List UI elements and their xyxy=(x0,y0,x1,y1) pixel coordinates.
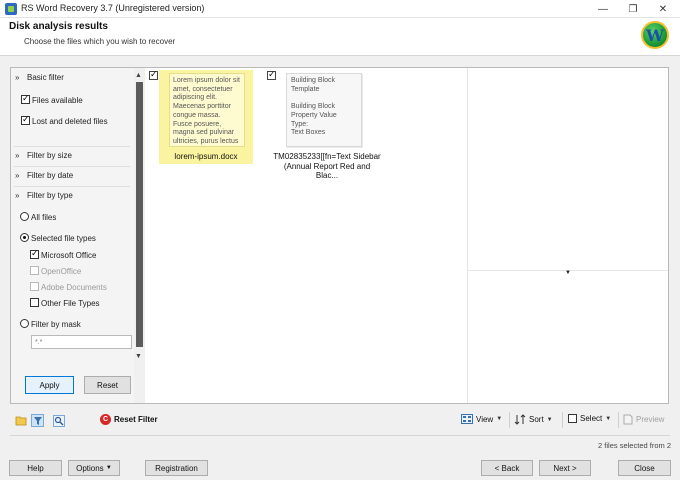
filter-by-mask-radio[interactable] xyxy=(20,319,29,328)
file-checkbox[interactable] xyxy=(267,69,276,80)
page-subtitle: Choose the files which you wish to recov… xyxy=(24,37,176,46)
toolbar-separator xyxy=(509,412,510,428)
file-checkbox[interactable] xyxy=(149,69,158,80)
basic-filter-header[interactable]: » Basic filter xyxy=(15,73,64,82)
filter-by-size-header[interactable]: » Filter by size xyxy=(15,151,72,160)
adobe-documents-checkbox[interactable] xyxy=(30,282,39,291)
title-bar: RS Word Recovery 3.7 (Unregistered versi… xyxy=(0,0,680,18)
scroll-down-icon[interactable]: ▼ xyxy=(135,353,142,360)
file-thumbnail[interactable]: Building Block Template Building Block P… xyxy=(286,73,362,147)
apply-button[interactable]: Apply xyxy=(25,376,74,394)
sort-button[interactable]: Sort ▼ xyxy=(514,414,553,425)
collapse-icon: » xyxy=(15,73,20,82)
chevron-down-icon: ▼ xyxy=(546,416,553,423)
options-button[interactable]: Options ▼ xyxy=(68,460,120,476)
reset-filter-label: Reset Filter xyxy=(114,415,158,424)
sort-label: Sort xyxy=(529,415,544,424)
adobe-documents-label: Adobe Documents xyxy=(41,283,107,292)
other-file-types-checkbox[interactable] xyxy=(30,298,39,307)
back-button[interactable]: < Back xyxy=(481,460,533,476)
view-button[interactable]: View ▼ xyxy=(461,414,502,424)
divider xyxy=(14,166,130,167)
microsoft-office-checkbox[interactable] xyxy=(30,248,39,259)
basic-filter-label: Basic filter xyxy=(27,73,64,82)
openoffice-checkbox[interactable] xyxy=(30,266,39,275)
filter-by-date-header[interactable]: » Filter by date xyxy=(15,171,73,180)
minimize-icon: — xyxy=(598,3,608,15)
app-logo: W xyxy=(641,21,669,49)
all-files-radio[interactable] xyxy=(20,212,29,221)
file-thumbnail[interactable]: Lorem ipsum dolor sit amet, consectetuer… xyxy=(169,73,245,147)
filter-by-date-label: Filter by date xyxy=(27,171,74,180)
filter-icon[interactable] xyxy=(31,414,44,427)
folder-icon[interactable] xyxy=(14,414,27,427)
scroll-thumb[interactable] xyxy=(136,82,143,347)
preview-pane xyxy=(467,68,668,403)
search-icon[interactable] xyxy=(52,414,65,427)
logo-letter: W xyxy=(646,26,664,45)
filter-by-type-header[interactable]: » Filter by type xyxy=(15,191,73,200)
selection-status: 2 files selected from 2 xyxy=(598,441,671,450)
splitter-caret-icon: ▼ xyxy=(565,270,571,276)
window-title: RS Word Recovery 3.7 (Unregistered versi… xyxy=(21,3,205,13)
all-files-label: All files xyxy=(31,213,57,222)
thumbnail-text: Building Block Template Building Block P… xyxy=(291,77,337,137)
files-available-label: Files available xyxy=(32,96,83,105)
divider xyxy=(14,146,130,147)
chevron-down-icon: ▼ xyxy=(105,465,112,471)
next-button[interactable]: Next > xyxy=(539,460,591,476)
toolbar-separator xyxy=(618,412,619,428)
lost-deleted-checkbox[interactable] xyxy=(21,114,30,125)
expand-icon: » xyxy=(15,151,20,160)
close-button[interactable]: Close xyxy=(618,460,671,476)
microsoft-office-label: Microsoft Office xyxy=(41,251,97,260)
files-available-checkbox[interactable] xyxy=(21,93,30,104)
preview-button[interactable]: Preview xyxy=(623,414,664,425)
app-icon xyxy=(5,3,17,15)
help-button[interactable]: Help xyxy=(9,460,62,476)
options-label: Options xyxy=(76,463,104,473)
file-name[interactable]: TM02835233[[fn=Text Sidebar (Annual Repo… xyxy=(272,152,382,181)
select-checkbox-icon xyxy=(568,414,577,423)
other-file-types-label: Other File Types xyxy=(41,299,100,308)
reset-filter-button[interactable]: C Reset Filter xyxy=(100,414,158,425)
maximize-icon: ❐ xyxy=(628,3,638,15)
chevron-down-icon: ▼ xyxy=(605,415,612,422)
filter-by-mask-label: Filter by mask xyxy=(31,320,81,329)
lost-deleted-label: Lost and deleted files xyxy=(32,117,108,126)
scroll-up-icon[interactable]: ▲ xyxy=(135,72,142,79)
filter-scrollbar[interactable]: ▲ ▼ xyxy=(134,68,145,403)
preview-label: Preview xyxy=(636,415,665,424)
preview-icon xyxy=(623,414,633,425)
selected-file-types-label: Selected file types xyxy=(31,234,96,243)
close-window-button[interactable]: ✕ xyxy=(648,0,678,18)
filter-by-type-label: Filter by type xyxy=(27,191,73,200)
mask-input[interactable] xyxy=(31,335,132,349)
chevron-down-icon: ▼ xyxy=(496,416,503,422)
reset-icon: C xyxy=(100,414,111,425)
divider xyxy=(14,186,130,187)
expand-icon: » xyxy=(15,171,20,180)
select-button[interactable]: Select ▼ xyxy=(568,414,611,423)
reset-button[interactable]: Reset xyxy=(84,376,131,394)
page-title: Disk analysis results xyxy=(9,21,108,32)
selected-file-types-radio[interactable] xyxy=(20,233,29,242)
filter-by-size-label: Filter by size xyxy=(27,151,72,160)
sort-icon xyxy=(514,414,526,425)
openoffice-label: OpenOffice xyxy=(41,267,82,276)
status-divider xyxy=(10,435,670,436)
view-icon xyxy=(461,414,473,424)
toolbar-separator xyxy=(562,412,563,428)
minimize-button[interactable]: — xyxy=(588,0,618,18)
file-name[interactable]: lorem-ipsum.docx xyxy=(159,152,253,161)
view-label: View xyxy=(476,414,494,424)
select-label: Select xyxy=(580,414,603,423)
close-icon: ✕ xyxy=(658,3,668,15)
collapse-icon: » xyxy=(15,191,20,200)
wizard-header: Disk analysis results Choose the files w… xyxy=(0,18,680,56)
registration-button[interactable]: Registration xyxy=(145,460,208,476)
maximize-button[interactable]: ❐ xyxy=(618,0,648,18)
